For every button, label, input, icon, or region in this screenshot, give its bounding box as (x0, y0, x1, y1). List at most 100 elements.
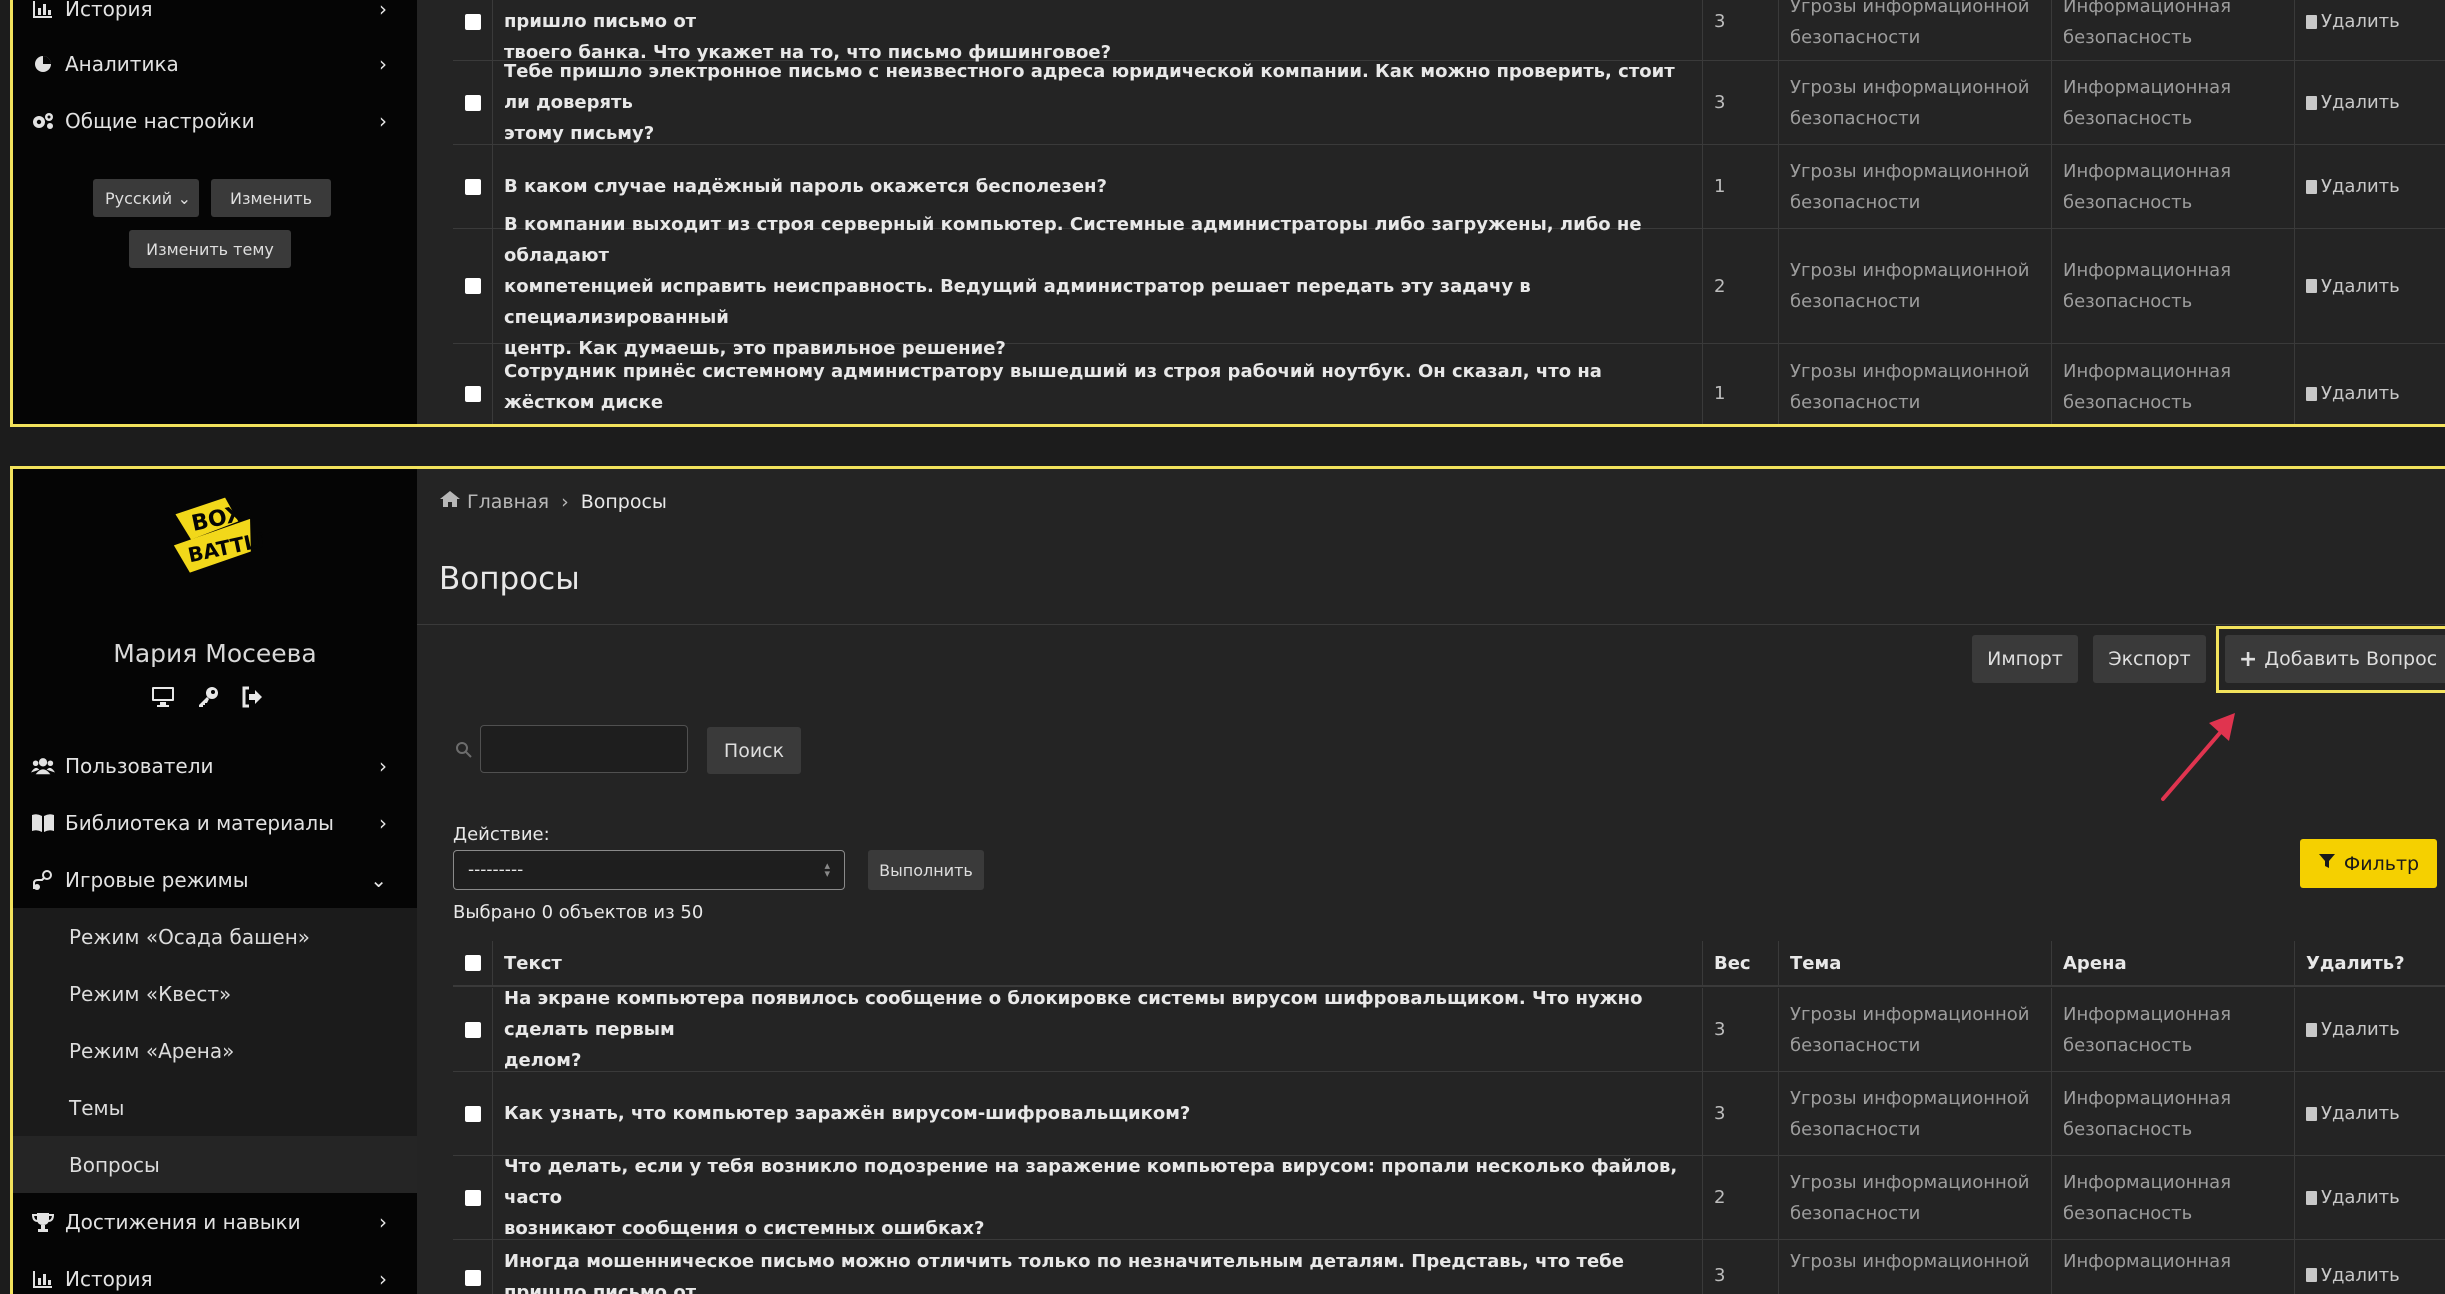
topic-line: безопасности (1790, 107, 1921, 129)
question-line: В компании выходит из строя серверный ко… (504, 213, 1642, 266)
sidebar-item-game-modes[interactable]: Игровые режимы ⌄ (13, 851, 417, 908)
delete-link[interactable]: Удалить (2295, 988, 2445, 1071)
row-checkbox[interactable] (464, 385, 481, 402)
import-button[interactable]: Импорт (1972, 635, 2078, 683)
chevron-down-icon: ⌄ (177, 188, 191, 208)
weight-value: 3 (1714, 1265, 1726, 1286)
gamepad-icon (31, 869, 55, 891)
chevron-right-icon: › (379, 108, 387, 133)
question-line: В каком случае надёжный пароль окажется … (504, 176, 1107, 197)
filter-button[interactable]: Фильтр (2300, 839, 2437, 888)
monitor-icon[interactable] (151, 686, 175, 712)
action-label: Действие: (453, 824, 550, 845)
run-action-button[interactable]: Выполнить (868, 850, 984, 890)
delete-label: Удалить (2321, 1019, 2400, 1040)
change-language-button[interactable]: Изменить (211, 179, 331, 217)
arena-line: Информационная (2063, 1087, 2232, 1109)
arena-line: Информационная (2063, 1003, 2232, 1025)
row-checkbox[interactable] (464, 1021, 481, 1038)
topic-line: безопасности (1790, 291, 1921, 312)
sidebar-item-label: Библиотека и материалы (65, 810, 334, 835)
sidebar: История › Аналитика › Общие настройки › … (13, 0, 417, 424)
row-checkbox[interactable] (464, 1189, 481, 1206)
table-row: В компании выходит из строя серверный ко… (453, 214, 2445, 359)
topic-line: безопасности (1790, 1034, 1921, 1056)
filter-icon (2318, 852, 2336, 875)
sidebar-item-label: Пользователи (65, 753, 214, 778)
header-text[interactable]: Текст (504, 948, 562, 979)
breadcrumb-home-link[interactable]: Главная (467, 491, 549, 513)
topic-line: Угрозы информационной (1790, 1087, 2030, 1109)
arena-line: Информационная (2063, 0, 2232, 17)
question-text: Иногда мошенническое письмо можно отличи… (493, 0, 1703, 63)
header-topic[interactable]: Тема (1790, 948, 1841, 979)
sidebar-item-history[interactable]: История › (13, 0, 417, 37)
arena-line: Информационная (2063, 160, 2232, 182)
sidebar-item-analytics[interactable]: Аналитика › (13, 35, 417, 92)
question-line: Что делать, если у тебя возникло подозре… (504, 1156, 1678, 1208)
key-icon[interactable] (197, 686, 219, 712)
subitem-label: Режим «Осада башен» (69, 924, 311, 949)
sidebar-subitem-quest[interactable]: Режим «Квест» (13, 965, 417, 1022)
header-weight[interactable]: Вес (1714, 948, 1751, 979)
header-delete: Удалить? (2306, 952, 2405, 974)
sidebar-item-label: Игровые режимы (65, 867, 249, 892)
delete-link[interactable]: Удалить (2295, 344, 2445, 424)
logout-icon[interactable] (241, 686, 263, 712)
topic-line: безопасности (1790, 26, 1921, 48)
sidebar-item-users[interactable]: Пользователи › (13, 737, 417, 794)
action-select[interactable]: --------- ▴ ▾ (453, 850, 845, 890)
selected-info: Выбрано 0 объектов из 50 (453, 902, 704, 923)
sidebar-subitem-topics[interactable]: Темы (13, 1079, 417, 1136)
arrow-annotation-icon (2161, 713, 2235, 801)
row-checkbox[interactable] (464, 278, 481, 294)
sidebar-item-settings[interactable]: Общие настройки › (13, 92, 417, 149)
search-button[interactable]: Поиск (707, 727, 801, 774)
delete-link[interactable]: Удалить (2295, 1240, 2445, 1294)
row-checkbox[interactable] (464, 94, 481, 111)
sidebar-subitem-questions[interactable]: Вопросы (13, 1136, 417, 1193)
row-checkbox[interactable] (464, 1105, 481, 1122)
trash-icon (2306, 386, 2317, 401)
sidebar-subitem-arena[interactable]: Режим «Арена» (13, 1022, 417, 1079)
header-arena[interactable]: Арена (2063, 948, 2127, 979)
delete-link[interactable]: Удалить (2295, 229, 2445, 343)
sidebar-item-label: Аналитика (65, 51, 179, 76)
search-input[interactable] (480, 725, 688, 773)
trash-icon (2306, 279, 2317, 293)
delete-link[interactable]: Удалить (2295, 145, 2445, 228)
change-theme-button[interactable]: Изменить тему (129, 230, 291, 268)
table-row: Иногда мошенническое письмо можно отличи… (453, 1240, 2445, 1294)
delete-label: Удалить (2321, 1265, 2400, 1286)
select-all-checkbox[interactable] (464, 955, 481, 971)
sidebar-item-history[interactable]: История › (13, 1250, 417, 1294)
arena-line: безопасность (2063, 191, 2193, 213)
delete-link[interactable]: Удалить (2295, 1072, 2445, 1155)
delete-link[interactable]: Удалить (2295, 61, 2445, 144)
sidebar: BOX BATTLE Мария Мосеева Пользователи › (13, 469, 417, 1294)
select-arrows-icon: ▴ ▾ (824, 859, 830, 880)
row-checkbox[interactable] (464, 13, 481, 30)
subitem-label: Режим «Арена» (69, 1038, 235, 1063)
chevron-right-icon: › (379, 0, 387, 21)
sidebar-item-achievements[interactable]: Достижения и навыки › (13, 1193, 417, 1250)
sidebar-subitem-siege[interactable]: Режим «Осада башен» (13, 908, 417, 965)
row-checkbox[interactable] (464, 1270, 481, 1286)
language-select[interactable]: Русский ⌄ (93, 179, 199, 217)
book-icon (31, 813, 55, 833)
delete-label: Удалить (2321, 1187, 2400, 1208)
sidebar-item-label: История (65, 1266, 153, 1291)
sidebar-item-library[interactable]: Библиотека и материалы › (13, 794, 417, 851)
export-button[interactable]: Экспорт (2093, 635, 2206, 683)
delete-link[interactable]: Удалить (2295, 1156, 2445, 1239)
arena-line: Информационная (2063, 76, 2232, 98)
row-checkbox[interactable] (464, 178, 481, 195)
question-line: компетенцией исправить неисправность. Ве… (504, 275, 1531, 328)
add-question-button[interactable]: + Добавить Вопрос (2225, 635, 2445, 683)
delete-link[interactable]: Удалить (2295, 0, 2445, 60)
weight-value: 3 (1714, 92, 1726, 113)
arena-line: безопасность (2063, 1034, 2193, 1056)
chevron-right-icon: › (379, 810, 387, 835)
sidebar-item-label: Общие настройки (65, 108, 255, 133)
question-line: Сотрудник принёс системному администрато… (504, 361, 1602, 413)
